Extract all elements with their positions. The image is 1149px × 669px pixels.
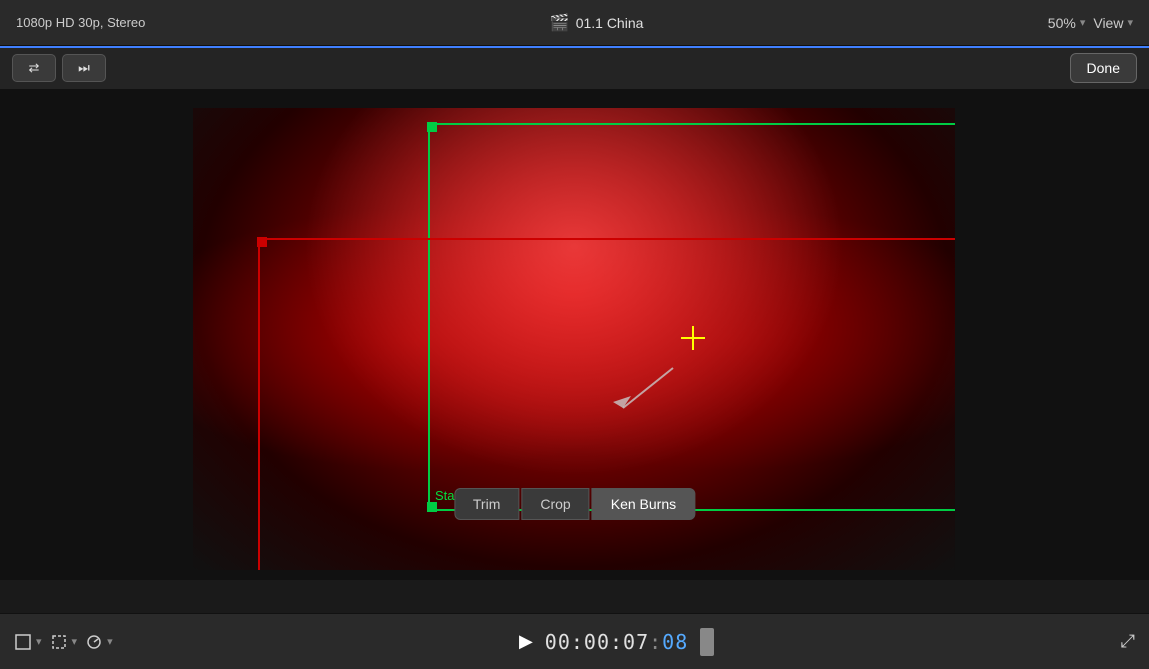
toolbar: ⇄ ⏭ Done [0,46,1149,90]
top-bar: 1080p HD 30p, Stereo 🎬 01.1 China 50% ▾ … [0,0,1149,46]
play-button[interactable]: ▶ [519,631,533,652]
swap-icon: ⇄ [29,60,40,76]
fullscreen-button[interactable]: ⤢ [1121,631,1135,652]
resolution-label: 1080p HD 30p, Stereo [16,15,145,30]
clapper-icon: 🎬 [550,13,570,33]
playback-left-controls: ▾ ▾ ▾ [14,633,113,651]
view-label: View [1093,15,1123,31]
playback-right: ⤢ [1121,631,1135,652]
zoom-selector[interactable]: 50% ▾ [1048,15,1086,31]
transform-tool-button[interactable]: ▾ [50,633,78,651]
timecode-frames: 08 [662,630,688,654]
play-step-icon: ⏭ [78,60,90,76]
ken-burns-tab[interactable]: Ken Burns [592,488,695,520]
crop-icon [14,633,32,651]
zoom-value: 50% [1048,15,1076,31]
trim-tab[interactable]: Trim [454,488,519,520]
crop-chevron-icon: ▾ [36,635,42,648]
video-area: Start End ✓ Ease In And Out Ease In Ease… [0,90,1149,580]
project-name: 01.1 China [576,15,644,31]
toolbar-left: ⇄ ⏭ [12,54,106,82]
timecode-separator: : [649,630,662,654]
transform-icon [50,633,68,651]
play-step-button[interactable]: ⏭ [62,54,106,82]
crop-tab[interactable]: Crop [521,488,589,520]
transform-chevron-icon: ▾ [72,635,78,648]
speed-icon [85,633,103,651]
swap-button[interactable]: ⇄ [12,54,56,82]
speed-tool-button[interactable]: ▾ [85,633,113,651]
project-info: 🎬 01.1 China [550,13,644,33]
timecode-display: 00:00:07:08 [545,630,688,654]
playback-bar: ▾ ▾ ▾ ▶ 00:00:07:08 ⤢ [0,613,1149,669]
view-chevron-icon: ▾ [1127,16,1133,29]
timecode-main: 00:00:07 [545,630,649,654]
playback-center: ▶ 00:00:07:08 [125,628,1109,656]
view-button[interactable]: View ▾ [1093,15,1133,31]
crop-tool-button[interactable]: ▾ [14,633,42,651]
done-button[interactable]: Done [1070,53,1137,83]
top-bar-right: 50% ▾ View ▾ [1048,15,1133,31]
zoom-chevron-icon: ▾ [1080,16,1086,29]
scrubber-bar[interactable] [700,628,714,656]
edit-tabs: Trim Crop Ken Burns [454,488,695,520]
speed-chevron-icon: ▾ [107,635,113,648]
blue-accent-line [0,46,1149,48]
